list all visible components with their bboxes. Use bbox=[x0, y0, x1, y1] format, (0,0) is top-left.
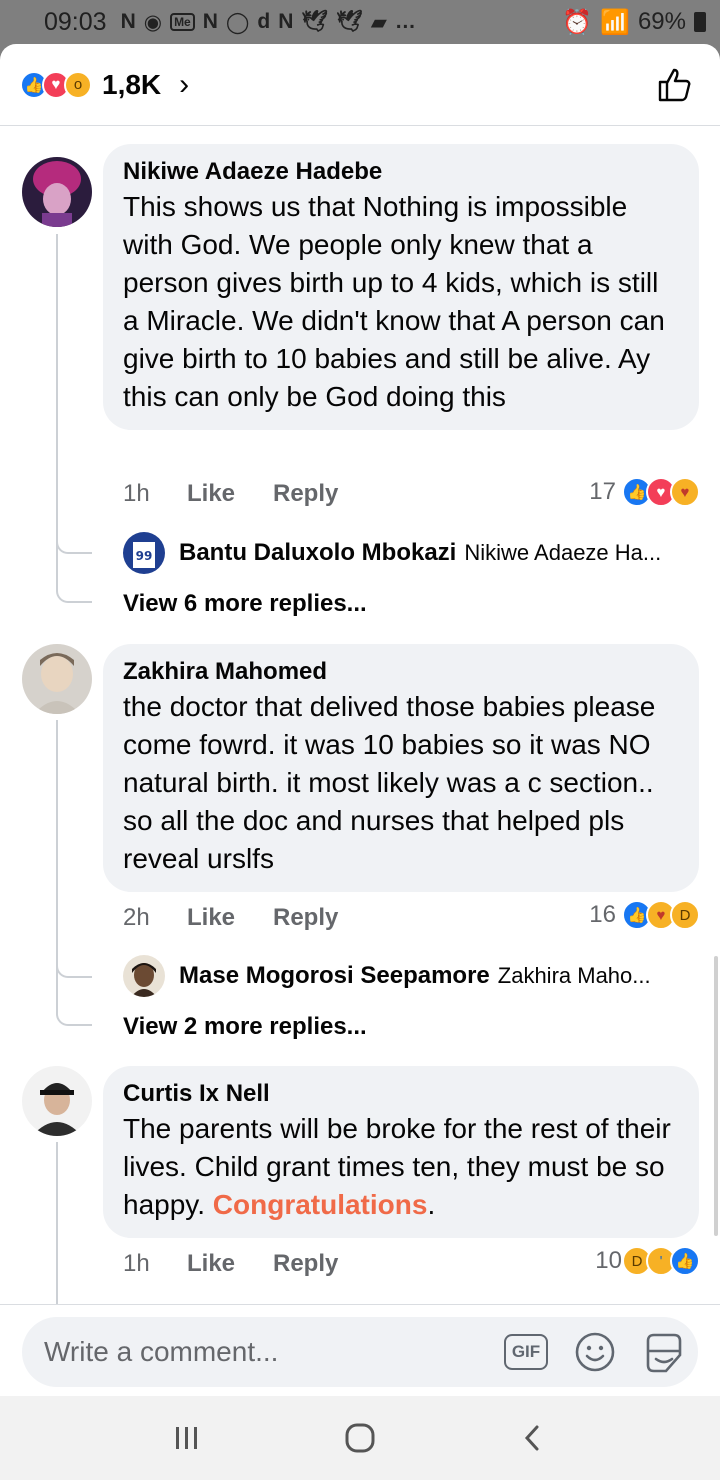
thread-connector bbox=[56, 972, 92, 1026]
chevron-right-icon: › bbox=[179, 67, 190, 101]
recent-apps-icon bbox=[175, 1427, 197, 1449]
comment-text-end: . bbox=[427, 1189, 436, 1220]
avatar bbox=[123, 955, 165, 997]
system-icons: ⏰ 📶 69% bbox=[562, 8, 706, 37]
like-button[interactable]: Like bbox=[187, 1250, 273, 1278]
care-icon: ♥ bbox=[670, 477, 700, 507]
scrollbar[interactable] bbox=[714, 956, 718, 1236]
whatsapp-icon: ◯ bbox=[225, 10, 250, 34]
reaction-count: 1,8K bbox=[102, 68, 162, 100]
status-bar: 09:03 N ◉ Me N ◯ d N 🕊 🕊 ▰ … ⏰ 📶 69% bbox=[0, 0, 720, 44]
notification-icons: N ◉ Me N ◯ d N 🕊 🕊 ▰ … bbox=[121, 10, 416, 35]
battery-level: 69% bbox=[637, 8, 686, 35]
reply-button[interactable]: Reply bbox=[273, 904, 338, 932]
thumbs-up-icon[interactable] bbox=[654, 64, 694, 104]
like-button[interactable]: Like bbox=[187, 480, 273, 508]
comment-text: This shows us that Nothing is impossible… bbox=[123, 191, 665, 412]
wow-icon: o bbox=[64, 70, 92, 99]
system-navigation-bar bbox=[0, 1396, 720, 1480]
view-more-replies-link[interactable]: View 2 more replies... bbox=[123, 1013, 367, 1041]
like-button[interactable]: Like bbox=[187, 904, 273, 932]
twitter-icon: 🕊 bbox=[336, 10, 363, 33]
notification-icon: N bbox=[120, 10, 136, 33]
alarm-icon: ⏰ bbox=[562, 8, 593, 36]
status-time: 09:03 bbox=[44, 7, 107, 36]
message-icon: ▰ bbox=[370, 10, 387, 34]
reaction-count: 17 bbox=[589, 478, 616, 505]
highlighted-word[interactable]: Congratulations bbox=[213, 1189, 428, 1220]
emoji-icon[interactable] bbox=[574, 1331, 616, 1373]
haha-icon: D bbox=[670, 900, 700, 930]
reply-snippet: Zakhira Maho... bbox=[497, 963, 651, 988]
battery-icon bbox=[694, 12, 706, 32]
view-more-replies-link[interactable]: View 6 more replies... bbox=[123, 590, 367, 618]
reply-preview[interactable]: 99 Bantu Daluxolo Mbokazi Nikiwe Adaeze … bbox=[123, 531, 661, 575]
like-icon: 👍 bbox=[670, 1246, 700, 1276]
reply-button[interactable]: Reply bbox=[273, 1250, 338, 1278]
reply-button[interactable]: Reply bbox=[273, 480, 338, 508]
thread-line bbox=[56, 1142, 58, 1312]
twitter-icon: 🕊 bbox=[301, 10, 329, 33]
composer-box[interactable]: GIF bbox=[22, 1317, 698, 1387]
comment-text: the doctor that delived those babies ple… bbox=[123, 691, 656, 874]
home-button[interactable] bbox=[330, 1408, 390, 1468]
thread-line bbox=[56, 234, 58, 554]
comment-bubble[interactable]: Nikiwe Adaeze Hadebe This shows us that … bbox=[103, 144, 699, 430]
comment-actions: 1h Like Reply bbox=[123, 474, 338, 514]
notification-icon: N bbox=[202, 10, 218, 33]
comment-bubble[interactable]: Zakhira Mahomed the doctor that delived … bbox=[103, 644, 699, 892]
comment-composer: GIF bbox=[0, 1304, 720, 1396]
avatar[interactable] bbox=[22, 1066, 92, 1136]
comment-reactions[interactable]: 17 👍 ♥ ♥ bbox=[589, 472, 700, 512]
comment-reactions[interactable]: 16 👍 ♥ D bbox=[589, 895, 700, 935]
reactions-summary[interactable]: 👍 ♥ o 1,8K › bbox=[0, 44, 720, 126]
notification-icon: ◉ bbox=[143, 10, 163, 34]
sticker-icon[interactable] bbox=[642, 1331, 686, 1375]
avatar[interactable] bbox=[22, 157, 92, 227]
comment-reactions[interactable]: 10 D ' 👍 bbox=[595, 1241, 700, 1281]
reply-author: Bantu Daluxolo Mbokazi bbox=[179, 539, 457, 566]
thread-connector bbox=[56, 514, 92, 554]
comments-sheet: 👍 ♥ o 1,8K › Nikiwe Adaeze Hadebe This s… bbox=[0, 44, 720, 1396]
recent-apps-button[interactable] bbox=[157, 1408, 217, 1468]
comment-text: The parents will be broke for the rest o… bbox=[123, 1110, 679, 1224]
reaction-count: 16 bbox=[589, 901, 616, 928]
reply-snippet: Nikiwe Adaeze Ha... bbox=[464, 540, 662, 565]
thread-connector bbox=[56, 549, 92, 603]
avatar[interactable] bbox=[22, 644, 92, 714]
more-notifications-icon: … bbox=[394, 10, 416, 33]
back-icon bbox=[525, 1425, 539, 1451]
reply-author: Mase Mogorosi Seepamore bbox=[179, 962, 490, 989]
notification-icon: N bbox=[278, 10, 294, 33]
comment-time: 1h bbox=[123, 480, 150, 507]
comment-bubble[interactable]: Curtis Ix Nell The parents will be broke… bbox=[103, 1066, 699, 1238]
avatar: 99 bbox=[123, 532, 165, 574]
home-icon bbox=[345, 1423, 375, 1453]
comment-input[interactable] bbox=[44, 1336, 484, 1368]
notification-icon: Me bbox=[170, 13, 195, 31]
comment-author[interactable]: Nikiwe Adaeze Hadebe bbox=[123, 156, 679, 188]
comment-time: 1h bbox=[123, 1250, 150, 1277]
wifi-icon: 📶 bbox=[600, 8, 630, 36]
comment-actions: 1h Like Reply bbox=[123, 1244, 338, 1284]
reply-preview[interactable]: Mase Mogorosi Seepamore Zakhira Maho... bbox=[123, 954, 651, 998]
comment-author[interactable]: Zakhira Mahomed bbox=[123, 656, 679, 688]
gif-button[interactable]: GIF bbox=[504, 1334, 548, 1370]
comment-author[interactable]: Curtis Ix Nell bbox=[123, 1078, 679, 1110]
reaction-count: 10 bbox=[595, 1247, 622, 1274]
comment-time: 2h bbox=[123, 904, 150, 931]
notification-icon: d bbox=[257, 10, 271, 33]
back-button[interactable] bbox=[503, 1408, 563, 1468]
svg-text:99: 99 bbox=[136, 549, 153, 563]
comment-actions: 2h Like Reply bbox=[123, 898, 338, 938]
